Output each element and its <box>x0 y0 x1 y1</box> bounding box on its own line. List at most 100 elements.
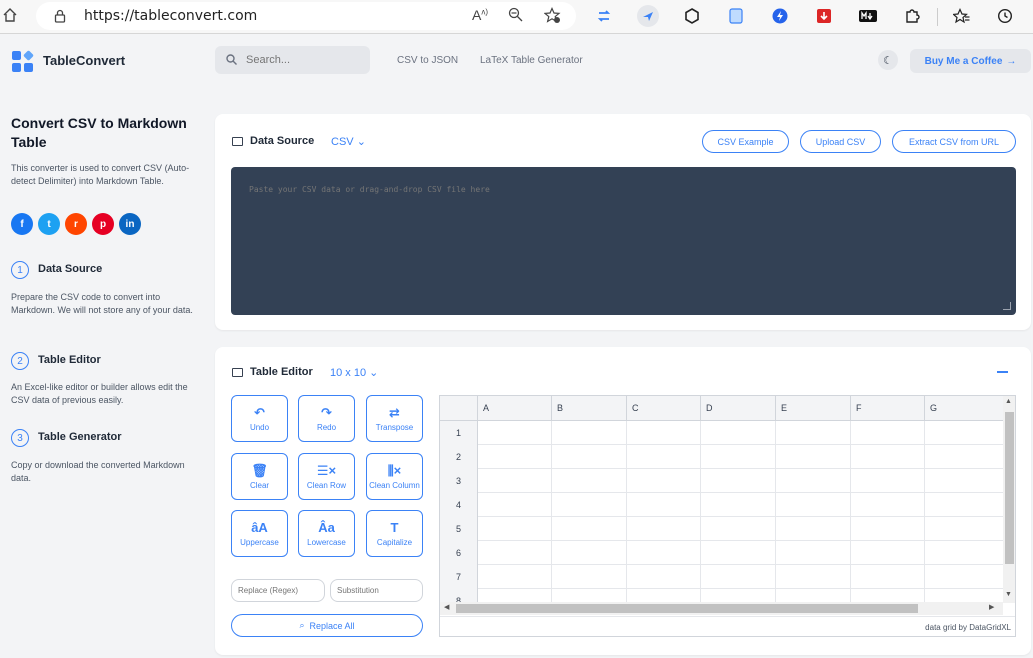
row-number[interactable]: 2 <box>440 445 478 469</box>
source-format-dropdown[interactable]: CSV ⌄ <box>331 135 366 148</box>
column-header[interactable]: A <box>478 396 552 421</box>
grid-cell[interactable] <box>776 517 851 541</box>
grid-cell[interactable] <box>627 469 701 493</box>
grid-cell[interactable] <box>701 493 776 517</box>
data-grid[interactable]: A B C D E F G 1 2 3 4 5 6 7 8 ▲ ▼ ◀ ▶ da… <box>439 395 1016 637</box>
dark-mode-toggle-icon[interactable]: ☾ <box>878 50 898 70</box>
row-number[interactable]: 5 <box>440 517 478 541</box>
vertical-scrollbar[interactable]: ▲ ▼ <box>1003 396 1015 603</box>
grid-cell[interactable] <box>701 421 776 445</box>
grid-cell[interactable] <box>925 517 1003 541</box>
sync-extension-icon[interactable] <box>593 5 615 27</box>
csv-input-editor[interactable] <box>231 167 1016 315</box>
column-header[interactable]: F <box>851 396 925 421</box>
grid-cell[interactable] <box>627 541 701 565</box>
csv-input-textarea[interactable] <box>231 167 1016 315</box>
grid-cell[interactable] <box>478 565 552 589</box>
grid-cell[interactable] <box>851 565 925 589</box>
grid-cell[interactable] <box>851 421 925 445</box>
grid-cell[interactable] <box>776 469 851 493</box>
horizontal-scrollbar[interactable]: ◀ ▶ <box>440 602 1003 615</box>
lightning-extension-icon[interactable] <box>769 5 791 27</box>
row-number[interactable]: 1 <box>440 421 478 445</box>
zoom-icon[interactable] <box>508 7 523 25</box>
grid-cell[interactable] <box>851 445 925 469</box>
address-bar[interactable]: https://tableconvert.com Aʌ) <box>36 2 576 30</box>
download-extension-icon[interactable] <box>813 5 835 27</box>
grid-cell[interactable] <box>552 469 627 493</box>
extract-csv-from-url-button[interactable]: Extract CSV from URL <box>892 130 1016 153</box>
column-header[interactable]: B <box>552 396 627 421</box>
grid-cell[interactable] <box>552 517 627 541</box>
pinterest-icon[interactable]: p <box>92 213 114 235</box>
grid-cell[interactable] <box>701 469 776 493</box>
reddit-icon[interactable]: r <box>65 213 87 235</box>
column-header[interactable]: C <box>627 396 701 421</box>
lowercase-button[interactable]: Âa Lowercase <box>298 510 355 557</box>
grid-cell[interactable] <box>552 541 627 565</box>
row-number[interactable]: 7 <box>440 565 478 589</box>
grid-cell[interactable] <box>925 469 1003 493</box>
grid-cell[interactable] <box>701 541 776 565</box>
row-number[interactable]: 4 <box>440 493 478 517</box>
url-text[interactable]: https://tableconvert.com <box>84 8 257 24</box>
home-icon[interactable] <box>2 7 18 25</box>
grid-cell[interactable] <box>851 541 925 565</box>
undo-button[interactable]: ↶ Undo <box>231 395 288 442</box>
grid-cell[interactable] <box>478 541 552 565</box>
extensions-puzzle-icon[interactable] <box>901 5 923 27</box>
grid-credit[interactable]: data grid by DataGridXL <box>440 616 1015 636</box>
grid-cell[interactable] <box>627 421 701 445</box>
clean-column-button[interactable]: ⫼× Clean Column <box>366 453 423 500</box>
search-input[interactable] <box>246 51 361 69</box>
favorite-add-icon[interactable] <box>543 7 561 27</box>
grid-cell[interactable] <box>701 517 776 541</box>
brand-name[interactable]: TableConvert <box>43 53 125 68</box>
grid-cell[interactable] <box>925 541 1003 565</box>
grid-cell[interactable] <box>776 541 851 565</box>
clear-button[interactable]: 🗑 Clear <box>231 453 288 500</box>
collapse-icon[interactable] <box>997 371 1008 373</box>
buy-me-a-coffee-button[interactable]: Buy Me a Coffee → <box>910 49 1031 73</box>
scroll-left-icon[interactable]: ◀ <box>444 603 449 611</box>
grid-cell[interactable] <box>776 445 851 469</box>
grid-cell[interactable] <box>627 493 701 517</box>
scroll-down-icon[interactable]: ▼ <box>1005 591 1012 598</box>
grid-cell[interactable] <box>552 421 627 445</box>
grid-cell[interactable] <box>627 517 701 541</box>
grid-cell[interactable] <box>478 517 552 541</box>
grid-cell[interactable] <box>552 445 627 469</box>
favorites-icon[interactable] <box>950 5 972 27</box>
horizontal-scroll-thumb[interactable] <box>456 604 918 613</box>
column-header[interactable]: E <box>776 396 851 421</box>
bird-extension-icon[interactable] <box>637 5 659 27</box>
row-number[interactable]: 3 <box>440 469 478 493</box>
lock-icon[interactable] <box>54 9 66 23</box>
grid-cell[interactable] <box>925 493 1003 517</box>
column-header[interactable]: G <box>925 396 1003 421</box>
grid-cell[interactable] <box>851 493 925 517</box>
column-header[interactable]: D <box>701 396 776 421</box>
scroll-right-icon[interactable]: ▶ <box>989 603 994 611</box>
grid-cell[interactable] <box>701 445 776 469</box>
markdown-extension-icon[interactable] <box>857 5 879 27</box>
history-icon[interactable] <box>994 5 1016 27</box>
scroll-up-icon[interactable]: ▲ <box>1005 398 1012 405</box>
replace-regex-input[interactable] <box>231 579 325 602</box>
redo-button[interactable]: ↷ Redo <box>298 395 355 442</box>
grid-cell[interactable] <box>478 469 552 493</box>
grid-cell[interactable] <box>701 565 776 589</box>
grid-cell[interactable] <box>776 565 851 589</box>
row-number[interactable]: 6 <box>440 541 478 565</box>
facebook-icon[interactable]: f <box>11 213 33 235</box>
grid-cell[interactable] <box>627 445 701 469</box>
grid-cell[interactable] <box>478 421 552 445</box>
read-aloud-icon[interactable]: Aʌ) <box>472 7 488 23</box>
grid-cell[interactable] <box>627 565 701 589</box>
grid-cell[interactable] <box>925 445 1003 469</box>
twitter-icon[interactable]: t <box>38 213 60 235</box>
grid-cell[interactable] <box>552 565 627 589</box>
logo-icon[interactable] <box>12 50 34 73</box>
substitution-input[interactable] <box>330 579 423 602</box>
linkedin-icon[interactable]: in <box>119 213 141 235</box>
